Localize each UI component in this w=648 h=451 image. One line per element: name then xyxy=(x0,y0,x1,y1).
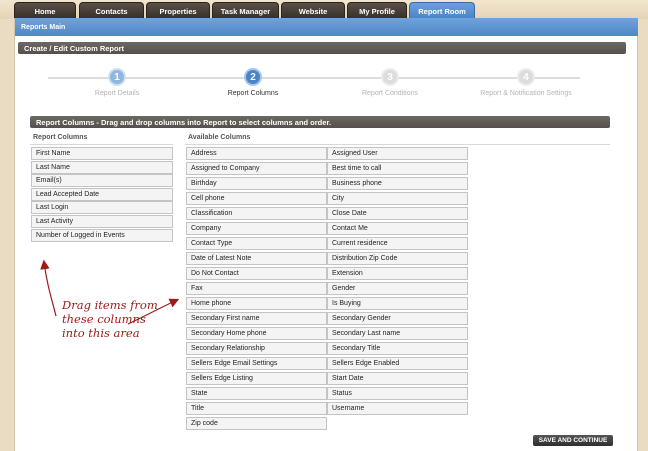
step-1-circle[interactable]: 1 xyxy=(108,68,126,86)
available-column-item[interactable]: Secondary Relationship xyxy=(186,342,327,355)
step-2-label: Report Columns xyxy=(227,90,279,97)
tab-my-profile[interactable]: My Profile xyxy=(347,2,407,19)
available-column-item[interactable]: Gender xyxy=(327,282,468,295)
tab-website[interactable]: Website xyxy=(281,2,345,19)
report-column-item[interactable]: Last Name xyxy=(31,160,173,174)
tab-task-manager[interactable]: Task Manager xyxy=(212,2,279,19)
tab-properties[interactable]: Properties xyxy=(146,2,210,19)
available-column-item[interactable]: Status xyxy=(327,387,468,400)
available-column-item[interactable]: Assigned to Company xyxy=(186,162,327,175)
available-column-item[interactable]: Zip code xyxy=(186,417,327,430)
wizard-track xyxy=(48,77,580,79)
top-navigation: Home Contacts Properties Task Manager We… xyxy=(0,0,648,19)
available-column-item[interactable]: Secondary First name xyxy=(186,312,327,325)
available-column-item[interactable]: Cell phone xyxy=(186,192,327,205)
available-column-item[interactable]: Contact Me xyxy=(327,222,468,235)
available-columns-heading: Available Columns xyxy=(188,134,251,141)
save-and-continue-button[interactable]: SAVE AND CONTINUE xyxy=(533,435,613,446)
available-column-item[interactable]: Extension xyxy=(327,267,468,280)
available-column-item[interactable]: City xyxy=(327,192,468,205)
breadcrumb[interactable]: Reports Main xyxy=(15,18,638,36)
available-column-item[interactable]: Sellers Edge Listing xyxy=(186,372,327,385)
available-column-item[interactable]: Business phone xyxy=(327,177,468,190)
page-title: Create / Edit Custom Report xyxy=(18,42,626,54)
divider xyxy=(185,144,610,145)
available-column-item[interactable]: Assigned User xyxy=(327,147,468,160)
report-column-item[interactable]: Email(s) xyxy=(31,174,173,188)
report-columns-section-header: Report Columns - Drag and drop columns i… xyxy=(30,116,610,128)
tab-report-room[interactable]: Report Room xyxy=(409,2,475,19)
available-column-item[interactable]: Secondary Gender xyxy=(327,312,468,325)
step-3-label: Report Conditions xyxy=(361,90,419,97)
report-column-item[interactable]: Number of Logged in Events xyxy=(31,228,173,242)
tab-home[interactable]: Home xyxy=(14,2,76,19)
available-column-item[interactable]: Secondary Last name xyxy=(327,327,468,340)
available-column-item[interactable]: Birthday xyxy=(186,177,327,190)
available-column-item[interactable]: Company xyxy=(186,222,327,235)
report-columns-heading: Report Columns xyxy=(33,134,88,141)
available-column-item[interactable]: Is Buying xyxy=(327,297,468,310)
available-column-item[interactable]: Address xyxy=(186,147,327,160)
available-column-item[interactable]: Secondary Home phone xyxy=(186,327,327,340)
available-column-item[interactable]: Username xyxy=(327,402,468,415)
available-column-item[interactable]: Sellers Edge Enabled xyxy=(327,357,468,370)
tab-contacts[interactable]: Contacts xyxy=(79,2,144,19)
step-4-circle[interactable]: 4 xyxy=(517,68,535,86)
available-column-item[interactable]: Best time to call xyxy=(327,162,468,175)
available-column-item[interactable]: Date of Latest Note xyxy=(186,252,327,265)
report-column-item[interactable]: Last Activity xyxy=(31,215,173,228)
available-column-item[interactable]: Classification xyxy=(186,207,327,220)
available-column-item[interactable]: Start Date xyxy=(327,372,468,385)
available-column-item[interactable]: Do Not Contact xyxy=(186,267,327,280)
available-column-item[interactable]: Title xyxy=(186,402,327,415)
report-column-item[interactable]: First Name xyxy=(31,147,173,160)
available-column-item[interactable]: State xyxy=(186,387,327,400)
divider xyxy=(30,144,173,145)
available-column-item[interactable]: Sellers Edge Email Settings xyxy=(186,357,327,370)
available-column-item[interactable]: Fax xyxy=(186,282,327,295)
report-column-item[interactable]: Lead Accepted Date xyxy=(31,187,173,201)
available-column-item[interactable]: Distribution Zip Code xyxy=(327,252,468,265)
report-column-item[interactable]: Last Login xyxy=(31,201,173,215)
available-column-item[interactable]: Current residence xyxy=(327,237,468,250)
step-3-circle[interactable]: 3 xyxy=(381,68,399,86)
available-column-item[interactable]: Close Date xyxy=(327,207,468,220)
drag-instruction-annotation: Drag items from these columns into this … xyxy=(62,298,158,340)
available-column-item[interactable]: Contact Type xyxy=(186,237,327,250)
step-4-label: Report & Notification Settings xyxy=(480,90,572,97)
step-1-label: Report Details xyxy=(94,90,140,97)
available-column-item[interactable]: Secondary Title xyxy=(327,342,468,355)
step-2-circle[interactable]: 2 xyxy=(244,68,262,86)
available-column-item[interactable]: Home phone xyxy=(186,297,327,310)
